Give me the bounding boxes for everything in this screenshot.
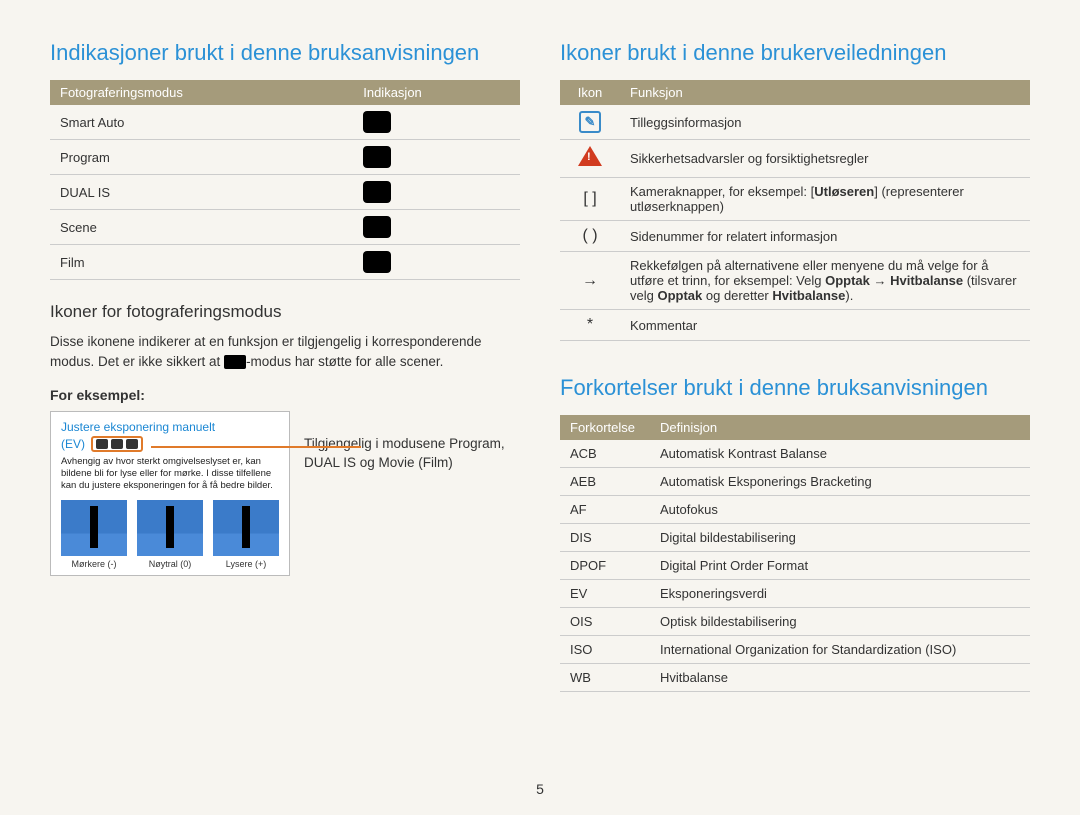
table-row: Film xyxy=(50,245,520,280)
table-row: WBHvitbalanse xyxy=(560,664,1030,692)
bracket-icon: [ ] xyxy=(560,178,620,221)
thumbnail-row: Mørkere (-) Nøytral (0) Lysere (+) xyxy=(61,500,279,569)
mode-chip-group xyxy=(91,436,143,452)
arrow-icon: → xyxy=(560,252,620,310)
page-number: 5 xyxy=(536,781,544,797)
table-row: ✎Tilleggsinformasjon xyxy=(560,105,1030,140)
info-icon: ✎ xyxy=(579,111,601,133)
th-abbr: Forkortelse xyxy=(560,415,650,440)
camera-smart-icon xyxy=(363,111,391,133)
chip-p-icon xyxy=(96,439,108,449)
example-side-note: Tilgjengelig i modusene Program, DUAL IS… xyxy=(304,411,520,576)
example-title: Justere eksponering manuelt xyxy=(61,420,279,434)
warning-icon xyxy=(578,146,602,166)
thumb-lighter: Lysere (+) xyxy=(213,500,279,569)
table-row: →Rekkefølgen på alternativene eller meny… xyxy=(560,252,1030,310)
table-row: [ ]Kameraknapper, for eksempel: [Utløser… xyxy=(560,178,1030,221)
table-row: Program xyxy=(50,140,520,175)
example-description: Avhengig av hvor sterkt omgivelseslyset … xyxy=(61,456,279,492)
film-icon xyxy=(363,251,391,273)
abbreviations-table: ForkortelseDefinisjon ACBAutomatisk Kont… xyxy=(560,415,1030,692)
table-row: *Kommentar xyxy=(560,310,1030,341)
heading-abbreviations: Forkortelser brukt i denne bruksanvisnin… xyxy=(560,375,1030,401)
thumb-neutral: Nøytral (0) xyxy=(137,500,203,569)
table-row: ( )Sidenummer for relatert informasjon xyxy=(560,221,1030,252)
subheading-mode-icons: Ikoner for fotograferingsmodus xyxy=(50,302,520,322)
table-row: EVEksponeringsverdi xyxy=(560,580,1030,608)
dual-is-icon xyxy=(363,181,391,203)
th-function: Funksjon xyxy=(620,80,1030,105)
heading-indications: Indikasjoner brukt i denne bruksanvisnin… xyxy=(50,40,520,66)
bracket-desc: Kameraknapper, for eksempel: [Utløseren]… xyxy=(620,178,1030,221)
heading-icons: Ikoner brukt i denne brukerveiledningen xyxy=(560,40,1030,66)
for-example-label: For eksempel: xyxy=(50,387,520,403)
table-row: ACBAutomatisk Kontrast Balanse xyxy=(560,440,1030,468)
thumb-darker: Mørkere (-) xyxy=(61,500,127,569)
thumb-image xyxy=(61,500,127,556)
table-row: OISOptisk bildestabilisering xyxy=(560,608,1030,636)
chip-movie-icon xyxy=(126,439,138,449)
camera-p-icon xyxy=(363,146,391,168)
thumb-image xyxy=(137,500,203,556)
table-row: AFAutofokus xyxy=(560,496,1030,524)
table-row: Scene xyxy=(50,210,520,245)
table-header-row: Fotograferingsmodus Indikasjon xyxy=(50,80,520,105)
scene-inline-icon xyxy=(224,355,246,369)
table-row: AEBAutomatisk Eksponerings Bracketing xyxy=(560,468,1030,496)
chip-dual-icon xyxy=(111,439,123,449)
icons-table: IkonFunksjon ✎Tilleggsinformasjon Sikker… xyxy=(560,80,1030,341)
table-row: ISOInternational Organization for Standa… xyxy=(560,636,1030,664)
example-box: Justere eksponering manuelt (EV) Avhengi… xyxy=(50,411,290,576)
asterisk-icon: * xyxy=(560,310,620,341)
th-indication: Indikasjon xyxy=(353,80,520,105)
table-row: Smart Auto xyxy=(50,105,520,140)
modes-table: Fotograferingsmodus Indikasjon Smart Aut… xyxy=(50,80,520,280)
th-def: Definisjon xyxy=(650,415,1030,440)
th-mode: Fotograferingsmodus xyxy=(50,80,353,105)
table-row: DUAL IS xyxy=(50,175,520,210)
mode-icons-description: Disse ikonene indikerer at en funksjon e… xyxy=(50,332,520,371)
table-row: DISDigital bildestabilisering xyxy=(560,524,1030,552)
left-column: Indikasjoner brukt i denne bruksanvisnin… xyxy=(50,40,520,795)
paren-icon: ( ) xyxy=(560,221,620,252)
ev-label: (EV) xyxy=(61,437,85,451)
scene-icon xyxy=(363,216,391,238)
arrow-desc: Rekkefølgen på alternativene eller menye… xyxy=(620,252,1030,310)
thumb-image xyxy=(213,500,279,556)
table-row: Sikkerhetsadvarsler og forsiktighetsregl… xyxy=(560,140,1030,178)
th-icon: Ikon xyxy=(560,80,620,105)
right-column: Ikoner brukt i denne brukerveiledningen … xyxy=(560,40,1030,795)
example-row: Justere eksponering manuelt (EV) Avhengi… xyxy=(50,411,520,576)
callout-line xyxy=(151,446,361,448)
table-row: DPOFDigital Print Order Format xyxy=(560,552,1030,580)
